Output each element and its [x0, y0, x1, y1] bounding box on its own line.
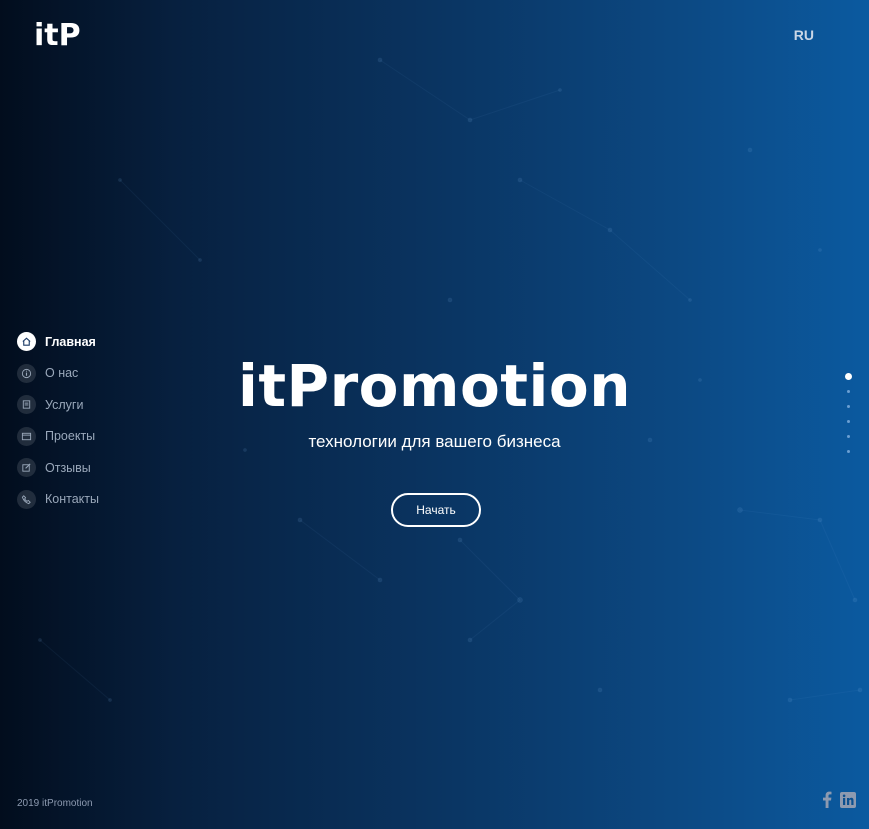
pagination-dot[interactable] — [847, 390, 850, 393]
nav-item-reviews[interactable]: Отзывы — [17, 452, 99, 484]
hero-subtitle: технологии для вашего бизнеса — [308, 432, 561, 451]
home-icon — [17, 332, 36, 352]
phone-icon — [17, 489, 36, 509]
hero-section: itPromotion технологии для вашего бизнес… — [0, 352, 869, 452]
facebook-icon[interactable] — [822, 791, 832, 808]
linkedin-icon[interactable] — [840, 791, 856, 808]
pagination-dot[interactable] — [847, 435, 850, 438]
start-button[interactable]: Начать — [391, 493, 481, 527]
copyright-text: 2019 itPromotion — [17, 798, 93, 809]
pagination-dot[interactable] — [847, 405, 850, 408]
pagination-dot[interactable] — [845, 373, 852, 380]
nav-label-reviews: Отзывы — [45, 460, 91, 475]
language-switch[interactable]: RU — [794, 27, 814, 43]
nav-label-home: Главная — [45, 334, 96, 349]
nav-item-contacts[interactable]: Контакты — [17, 484, 99, 516]
site-logo[interactable]: itP — [34, 18, 81, 53]
hero-title: itPromotion — [237, 352, 632, 420]
edit-icon — [17, 458, 36, 478]
nav-label-contacts: Контакты — [45, 492, 99, 507]
social-links — [822, 791, 856, 808]
pagination-dot[interactable] — [847, 420, 850, 423]
section-pagination — [845, 373, 852, 465]
pagination-dot[interactable] — [847, 450, 850, 453]
